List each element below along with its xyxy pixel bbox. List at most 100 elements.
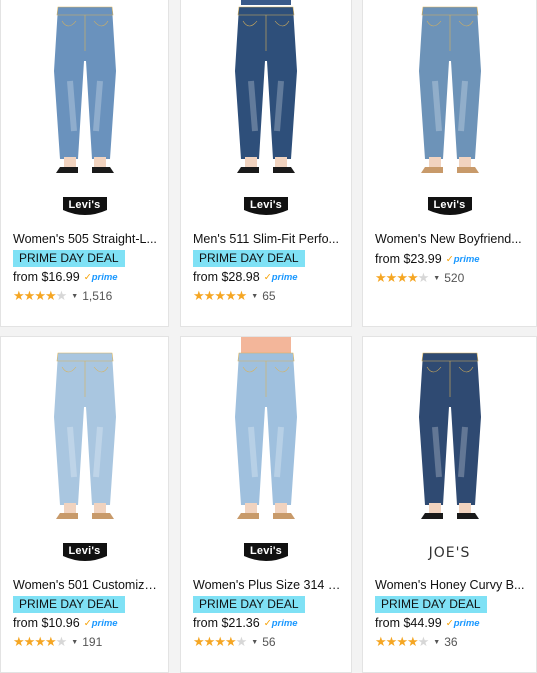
star-rating[interactable]: ★★★★★ (193, 634, 248, 650)
prime-check-icon: ✓ (263, 618, 272, 629)
product-image[interactable] (181, 337, 351, 527)
prime-check-icon: ✓ (263, 272, 272, 283)
brand-row: Levi's (363, 194, 536, 220)
chevron-down-icon[interactable]: ▼ (71, 639, 78, 646)
prime-logo: ✓prime (83, 618, 118, 629)
chevron-down-icon[interactable]: ▼ (433, 275, 440, 282)
chevron-down-icon[interactable]: ▼ (433, 639, 440, 646)
product-title[interactable]: Women's Honey Curvy B... (375, 578, 526, 592)
star-full-icon: ★ (13, 634, 25, 649)
brand-logo[interactable]: JOE'S (429, 545, 471, 561)
product-image[interactable] (363, 337, 536, 527)
star-empty-icon: ★ (55, 288, 68, 303)
star-full-icon: ★ (214, 634, 226, 649)
prime-logo: ✓prime (263, 618, 298, 629)
jeans-image[interactable] (30, 337, 140, 527)
rating: ★★★★★ ▼ 520 (375, 270, 464, 286)
prime-day-deal-badge: PRIME DAY DEAL (193, 596, 305, 613)
brand-row: JOE'S (363, 540, 536, 566)
chevron-down-icon[interactable]: ▼ (251, 639, 258, 646)
brand-logo[interactable]: Levi's (427, 196, 473, 218)
chevron-down-icon[interactable]: ▼ (71, 293, 78, 300)
product-grid: Levi's Women's 505 Straight-L... PRIME D… (0, 0, 537, 673)
price: from $21.36 (193, 616, 260, 630)
brand-row: Levi's (181, 194, 351, 220)
star-full-icon: ★ (385, 634, 398, 649)
prime-day-deal-badge: PRIME DAY DEAL (13, 250, 125, 267)
star-rating[interactable]: ★★★★★ (13, 288, 68, 304)
prime-check-icon: ✓ (83, 272, 92, 283)
rating: ★★★★★ ▼ 65 (193, 288, 276, 304)
review-count[interactable]: 191 (82, 635, 102, 649)
star-full-icon: ★ (193, 634, 205, 649)
star-full-icon: ★ (396, 634, 408, 649)
product-title[interactable]: Women's 501 Customize... (13, 578, 158, 592)
prime-logo: ✓prime (445, 618, 480, 629)
jeans-image[interactable] (395, 337, 505, 527)
star-rating[interactable]: ★★★★★ (13, 634, 68, 650)
review-count[interactable]: 56 (262, 635, 275, 649)
star-full-icon: ★ (23, 288, 36, 303)
jeans-image[interactable] (211, 0, 321, 181)
brand-logo[interactable]: Levi's (243, 196, 289, 218)
product-card[interactable]: Levi's Women's Plus Size 314 S... PRIME … (180, 336, 352, 673)
star-full-icon: ★ (375, 270, 387, 285)
star-full-icon: ★ (203, 288, 216, 303)
jeans-image[interactable] (211, 337, 321, 527)
product-title[interactable]: Men's 511 Slim-Fit Perfo... (193, 232, 341, 246)
price-line: from $44.99 ✓prime (375, 616, 480, 630)
price-line: from $23.99 ✓prime (375, 252, 480, 266)
star-full-icon: ★ (406, 634, 419, 649)
jeans-image[interactable] (30, 0, 140, 181)
prime-check-icon: ✓ (83, 618, 92, 629)
chevron-down-icon[interactable]: ▼ (251, 293, 258, 300)
product-title[interactable]: Women's 505 Straight-L... (13, 232, 158, 246)
review-count[interactable]: 36 (444, 635, 457, 649)
brand-logo[interactable]: Levi's (243, 542, 289, 564)
rating: ★★★★★ ▼ 1,516 (13, 288, 112, 304)
product-card[interactable]: JOE'S Women's Honey Curvy B... PRIME DAY… (362, 336, 537, 673)
price: from $10.96 (13, 616, 80, 630)
star-full-icon: ★ (44, 288, 57, 303)
star-full-icon: ★ (193, 288, 205, 303)
star-full-icon: ★ (396, 270, 408, 285)
product-image[interactable] (363, 0, 536, 181)
prime-logo: ✓prime (445, 254, 480, 265)
star-rating[interactable]: ★★★★★ (375, 270, 430, 286)
prime-logo: ✓prime (83, 272, 118, 283)
product-card[interactable]: Levi's Women's New Boyfriend... from $23… (362, 0, 537, 327)
product-title[interactable]: Women's New Boyfriend... (375, 232, 526, 246)
review-count[interactable]: 1,516 (82, 289, 112, 303)
review-count[interactable]: 520 (444, 271, 464, 285)
review-count[interactable]: 65 (262, 289, 275, 303)
star-empty-icon: ★ (417, 270, 430, 285)
product-image[interactable] (1, 337, 168, 527)
price: from $23.99 (375, 252, 442, 266)
product-image[interactable] (181, 0, 351, 181)
product-image[interactable] (1, 0, 168, 181)
rating: ★★★★★ ▼ 56 (193, 634, 276, 650)
product-card[interactable]: Levi's Men's 511 Slim-Fit Perfo... PRIME… (180, 0, 352, 327)
brand-logo[interactable]: Levi's (62, 196, 108, 218)
star-full-icon: ★ (224, 288, 237, 303)
product-card[interactable]: Levi's Women's 505 Straight-L... PRIME D… (0, 0, 169, 327)
jeans-image[interactable] (395, 0, 505, 181)
star-full-icon: ★ (13, 288, 25, 303)
price-line: from $16.99 ✓prime (13, 270, 118, 284)
star-full-icon: ★ (44, 634, 57, 649)
brand-row: Levi's (181, 540, 351, 566)
brand-logo[interactable]: Levi's (62, 542, 108, 564)
product-title[interactable]: Women's Plus Size 314 S... (193, 578, 341, 592)
star-full-icon: ★ (34, 634, 46, 649)
price: from $16.99 (13, 270, 80, 284)
product-card[interactable]: Levi's Women's 501 Customize... PRIME DA… (0, 336, 169, 673)
star-empty-icon: ★ (55, 634, 68, 649)
star-rating[interactable]: ★★★★★ (375, 634, 429, 650)
star-full-icon: ★ (34, 288, 46, 303)
brand-row: Levi's (1, 540, 168, 566)
star-empty-icon: ★ (235, 634, 248, 649)
star-full-icon: ★ (203, 634, 216, 649)
price-line: from $28.98 ✓prime (193, 270, 298, 284)
star-rating[interactable]: ★★★★★ (193, 288, 247, 304)
star-full-icon: ★ (375, 634, 387, 649)
